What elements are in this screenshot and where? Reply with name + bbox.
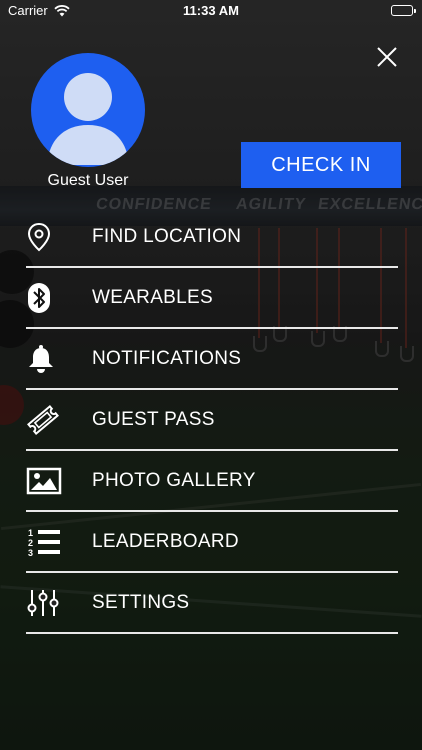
close-icon[interactable] — [374, 44, 400, 70]
menu-item-find-location[interactable]: FIND LOCATION — [26, 207, 398, 268]
menu-item-settings[interactable]: SETTINGS — [26, 573, 398, 634]
check-in-button[interactable]: CHECK IN — [241, 142, 401, 188]
menu-item-label: PHOTO GALLERY — [92, 469, 256, 491]
status-bar: Carrier 11:33 AM — [0, 0, 422, 22]
menu-item-label: SETTINGS — [92, 591, 190, 613]
image-icon — [26, 461, 76, 501]
sliders-icon — [26, 583, 76, 623]
avatar[interactable] — [31, 53, 145, 167]
bell-icon — [26, 339, 76, 379]
menu-item-label: WEARABLES — [92, 286, 213, 308]
battery-icon — [391, 5, 416, 16]
menu-item-label: NOTIFICATIONS — [92, 347, 242, 369]
menu-item-notifications[interactable]: NOTIFICATIONS — [26, 329, 398, 390]
menu-item-label: LEADERBOARD — [92, 530, 239, 552]
bluetooth-icon — [26, 278, 76, 318]
user-silhouette-icon — [47, 73, 129, 165]
clock: 11:33 AM — [183, 3, 239, 18]
menu-item-photo-gallery[interactable]: PHOTO GALLERY — [26, 451, 398, 512]
username-label: Guest User — [47, 172, 129, 189]
svg-text:1: 1 — [28, 528, 33, 538]
location-pin-icon — [26, 217, 76, 257]
ticket-icon — [26, 400, 76, 440]
side-menu: FIND LOCATION WEARABLES NOTIFICATIONS GU… — [26, 207, 398, 634]
menu-item-label: FIND LOCATION — [92, 225, 242, 247]
menu-item-leaderboard[interactable]: 1 2 3 LEADERBOARD — [26, 512, 398, 573]
menu-item-label: GUEST PASS — [92, 408, 215, 430]
menu-item-wearables[interactable]: WEARABLES — [26, 268, 398, 329]
numbered-list-icon: 1 2 3 — [26, 522, 76, 562]
svg-text:2: 2 — [28, 538, 33, 548]
menu-item-guest-pass[interactable]: GUEST PASS — [26, 390, 398, 451]
svg-text:3: 3 — [28, 548, 33, 558]
